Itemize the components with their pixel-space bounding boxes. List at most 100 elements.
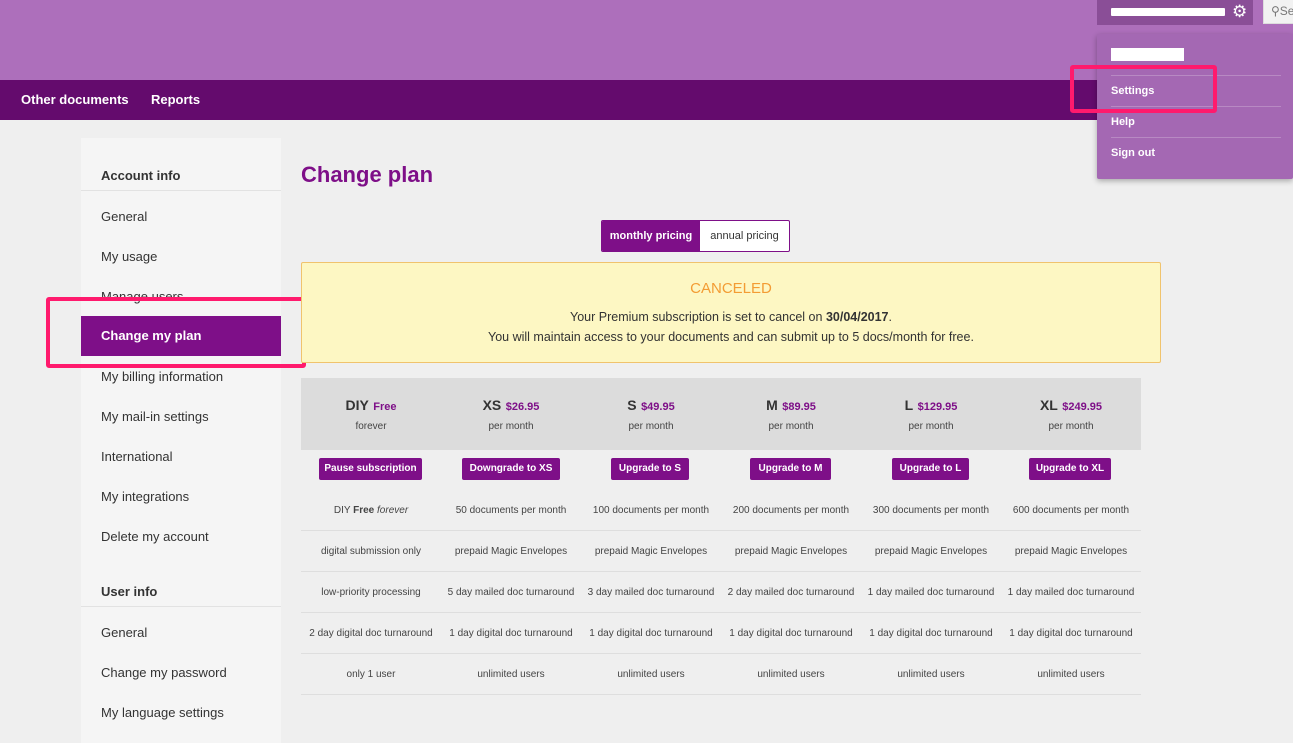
annual-pricing-tab[interactable]: annual pricing [700, 221, 789, 251]
feature-cell: unlimited users [757, 669, 825, 680]
redacted-account-name [1111, 48, 1184, 61]
pricing-toggle: monthly pricing annual pricing [601, 220, 790, 252]
feature-cell: 1 day digital doc turnaround [729, 628, 853, 639]
notice-access-text: You will maintain access to your documen… [488, 330, 974, 344]
user-info-heading: User info [101, 584, 158, 599]
menu-item-sign-out[interactable]: Sign out [1111, 147, 1155, 159]
upgrade-xl-button[interactable]: Upgrade to XL [1029, 458, 1111, 480]
menu-divider [1111, 75, 1281, 76]
sidebar-item-general[interactable]: General [101, 209, 147, 224]
plan-price: $249.95 [1062, 401, 1103, 413]
gear-icon: ⚙ [1232, 2, 1248, 21]
plan-period: per month [768, 421, 814, 432]
search-placeholder: Se [1279, 4, 1293, 18]
plan-diy: DIY Free forever [301, 397, 441, 432]
nav-other-documents[interactable]: Other documents [21, 92, 129, 107]
feature-cell: 100 documents per month [592, 505, 710, 516]
feature-cell: 1 day digital doc turnaround [589, 628, 713, 639]
plan-price: $49.95 [641, 401, 675, 413]
account-info-heading: Account info [101, 168, 181, 183]
feature-cell: 2 day mailed doc turnaround [727, 587, 855, 598]
plan-period: per month [908, 421, 954, 432]
feature-cell: prepaid Magic Envelopes [454, 546, 568, 557]
notice-text-end: . [888, 310, 892, 324]
plan-l: L $129.95 per month [861, 397, 1001, 432]
feature-cell: unlimited users [1037, 669, 1105, 680]
monthly-pricing-tab[interactable]: monthly pricing [602, 221, 700, 251]
feature-cell: 2 day digital doc turnaround [309, 628, 433, 639]
feature-text: Free [353, 505, 375, 516]
feature-text: DIY [333, 505, 351, 516]
nav-reports[interactable]: Reports [151, 92, 200, 107]
plan-s: S $49.95 per month [581, 397, 721, 432]
sidebar-divider [81, 606, 281, 607]
cancellation-notice: CANCELED Your Premium subscription is se… [301, 262, 1161, 363]
feature-cell: prepaid Magic Envelopes [874, 546, 988, 557]
menu-divider [1111, 106, 1281, 107]
plan-price: $89.95 [782, 401, 816, 413]
plan-name: L [904, 397, 914, 413]
plan-name: DIY [345, 397, 369, 413]
feature-row-digital-turnaround: 2 day digital doc turnaround 1 day digit… [301, 613, 1141, 654]
feature-cell: unlimited users [897, 669, 965, 680]
feature-cell: 5 day mailed doc turnaround [447, 587, 575, 598]
redacted-username [1111, 8, 1225, 16]
menu-item-help[interactable]: Help [1111, 116, 1135, 128]
feature-text: forever [377, 505, 409, 516]
plan-name: M [766, 397, 778, 413]
upgrade-m-button[interactable]: Upgrade to M [750, 458, 831, 480]
notice-text: Your Premium subscription is set to canc… [570, 310, 826, 324]
sidebar-item-mail-in-settings[interactable]: My mail-in settings [101, 409, 209, 424]
feature-cell: unlimited users [617, 669, 685, 680]
notice-date: 30/04/2017 [825, 310, 889, 324]
search-input[interactable]: ⚲Se [1263, 0, 1293, 24]
feature-cell: 1 day digital doc turnaround [869, 628, 993, 639]
feature-row-documents: DIY Free forever 50 documents per month … [301, 490, 1141, 531]
sidebar-item-language-settings[interactable]: My language settings [101, 705, 224, 720]
sidebar-item-user-general[interactable]: General [101, 625, 147, 640]
plan-name: S [627, 397, 637, 413]
feature-cell: 1 day mailed doc turnaround [1007, 587, 1135, 598]
plan-price: $129.95 [917, 401, 958, 413]
plan-price: Free [373, 401, 397, 413]
page-title: Change plan [301, 162, 434, 187]
search-icon: ⚲ [1271, 4, 1280, 18]
feature-row-users: only 1 user unlimited users unlimited us… [301, 654, 1141, 695]
feature-cell: prepaid Magic Envelopes [594, 546, 708, 557]
plan-name: XS [482, 397, 502, 413]
feature-cell: 3 day mailed doc turnaround [587, 587, 715, 598]
feature-cell: DIY Free forever [301, 505, 441, 516]
menu-item-settings[interactable]: Settings [1111, 85, 1154, 97]
feature-cell: 200 documents per month [732, 505, 850, 516]
feature-cell: only 1 user [346, 669, 396, 680]
sidebar-item-billing-information[interactable]: My billing information [101, 369, 223, 384]
user-menu-button[interactable]: ⚙ [1097, 0, 1253, 25]
sidebar-item-my-usage[interactable]: My usage [101, 249, 157, 264]
feature-cell: 50 documents per month [455, 505, 567, 516]
user-dropdown-menu: Settings Help Sign out [1097, 34, 1293, 179]
sidebar-item-change-my-plan[interactable]: Change my plan [81, 316, 281, 356]
upgrade-s-button[interactable]: Upgrade to S [611, 458, 689, 480]
feature-cell: 300 documents per month [872, 505, 990, 516]
sidebar-item-manage-users[interactable]: Manage users [101, 289, 183, 304]
plan-name: XL [1039, 397, 1058, 413]
sidebar-item-delete-account[interactable]: Delete my account [101, 529, 209, 544]
feature-cell: digital submission only [320, 546, 422, 557]
sidebar-item-change-password[interactable]: Change my password [101, 665, 227, 680]
upgrade-l-button[interactable]: Upgrade to L [892, 458, 969, 480]
plan-period: per month [628, 421, 674, 432]
downgrade-xs-button[interactable]: Downgrade to XS [462, 458, 560, 480]
notice-cancel-date-text: Your Premium subscription is set to canc… [302, 310, 1160, 324]
plan-price: $26.95 [505, 401, 540, 413]
notice-status: CANCELED [690, 280, 772, 297]
sidebar-item-integrations[interactable]: My integrations [101, 489, 189, 504]
plan-m: M $89.95 per month [721, 397, 861, 432]
sidebar-divider [81, 190, 281, 191]
plan-xl: XL $249.95 per month [1001, 397, 1141, 432]
pause-subscription-button[interactable]: Pause subscription [319, 458, 422, 480]
feature-cell: prepaid Magic Envelopes [1014, 546, 1128, 557]
sidebar-item-international[interactable]: International [101, 449, 173, 464]
menu-divider [1111, 137, 1281, 138]
feature-cell: 1 day mailed doc turnaround [867, 587, 995, 598]
plan-period: forever [355, 421, 387, 432]
